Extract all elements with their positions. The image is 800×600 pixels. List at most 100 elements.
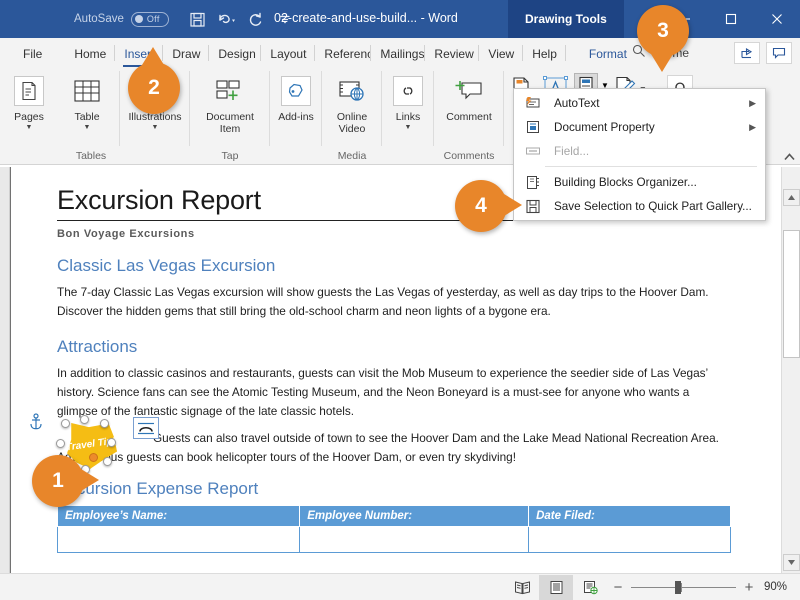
scrollbar-thumb[interactable] — [783, 230, 800, 358]
scroll-up-arrow[interactable] — [783, 189, 800, 206]
pages-button[interactable]: Pages ▼ — [6, 71, 52, 132]
menu-separator — [545, 166, 757, 167]
building-blocks-organizer-icon — [522, 175, 544, 190]
online-video-button[interactable]: Online Video — [324, 71, 380, 135]
print-layout-icon[interactable] — [539, 574, 573, 600]
status-bar: − + 90% — [0, 573, 800, 600]
ribbon-group-label: Media — [337, 150, 367, 162]
close-icon[interactable] — [754, 0, 800, 38]
links-label: Links — [395, 111, 421, 123]
ribbon-group-label: Tables — [75, 150, 107, 162]
contextual-tab-drawing-tools: Drawing Tools — [508, 0, 624, 38]
zoom-slider-track[interactable] — [631, 580, 736, 594]
quick-parts-dropdown-menu[interactable]: AutoText ▶ Document Property ▶ Field... … — [513, 88, 766, 221]
chevron-down-icon[interactable]: ▼ — [84, 123, 91, 132]
autotext-icon — [522, 96, 544, 110]
menu-item-save-selection-to-quick-part-gallery[interactable]: Save Selection to Quick Part Gallery... — [514, 194, 765, 218]
maximize-icon[interactable] — [708, 0, 754, 38]
undo-icon[interactable] — [214, 7, 240, 31]
comment-label: Comment — [446, 111, 492, 123]
selection-handle[interactable] — [103, 457, 112, 466]
callout-number: 2 — [148, 76, 160, 99]
page-subtitle: Bon Voyage Excursions — [57, 228, 195, 240]
chevron-down-icon[interactable]: ▼ — [26, 123, 33, 132]
add-ins-button[interactable]: Add-ins — [273, 71, 319, 123]
comment-button[interactable]: Comment — [442, 71, 496, 123]
tab-label: Design — [218, 46, 256, 61]
tab-home[interactable]: Home — [65, 40, 116, 67]
document-page[interactable]: Excursion Report Bon Voyage Excursions C… — [11, 167, 781, 573]
window-title: 02-create-and-use-build... - Word — [274, 11, 458, 25]
tab-references[interactable]: References — [315, 40, 372, 67]
table-row[interactable] — [56, 526, 731, 553]
zoom-control[interactable]: − + — [612, 579, 755, 596]
table-header-cell: Employee Number: — [299, 505, 530, 527]
callout-number: 4 — [475, 194, 487, 217]
tab-label: Layout — [270, 46, 307, 61]
document-area: Excursion Report Bon Voyage Excursions C… — [0, 167, 800, 573]
table-cell[interactable] — [56, 526, 301, 553]
zoom-level-label[interactable]: 90% — [764, 581, 787, 593]
table-button[interactable]: Table ▼ — [64, 71, 110, 132]
selection-handle[interactable] — [56, 439, 65, 448]
tab-format[interactable]: Format — [580, 40, 636, 67]
comments-icon[interactable] — [766, 42, 792, 64]
tab-label: Review — [434, 46, 474, 61]
zoom-slider-tick — [681, 582, 682, 592]
callout-marker-3: 3 — [637, 5, 689, 72]
selection-handle[interactable] — [107, 438, 116, 447]
callout-tail — [142, 47, 164, 65]
document-item-button[interactable]: Document Item — [199, 71, 261, 135]
tab-mailings[interactable]: Mailings — [371, 40, 426, 67]
tab-draw[interactable]: Draw — [163, 40, 210, 67]
chevron-down-icon[interactable]: ▼ — [405, 123, 412, 132]
zoom-slider-thumb[interactable] — [675, 580, 681, 594]
layout-options-icon[interactable] — [133, 417, 159, 439]
heading-excursion-expense-report: Excursion Expense Report — [57, 479, 259, 498]
tab-review[interactable]: Review — [425, 40, 480, 67]
callout-number: 1 — [52, 469, 64, 492]
menu-item-autotext[interactable]: AutoText ▶ — [514, 91, 765, 115]
table-cell[interactable] — [528, 526, 731, 553]
save-icon[interactable] — [185, 7, 211, 31]
chevron-down-icon[interactable]: ▼ — [152, 123, 159, 132]
tab-design[interactable]: Design — [209, 40, 262, 67]
zoom-out-button[interactable]: − — [612, 579, 624, 596]
callout-marker-4: 4 — [455, 180, 522, 232]
tab-view[interactable]: View — [479, 40, 524, 67]
add-ins-icon — [281, 71, 311, 111]
web-layout-icon[interactable] — [573, 575, 607, 600]
callout-tail — [504, 194, 522, 216]
expense-table[interactable]: Employee’s Name: Employee Number: Date F… — [56, 505, 731, 553]
collapse-ribbon-icon[interactable] — [780, 148, 799, 166]
table-cell[interactable] — [299, 526, 530, 553]
selection-handle[interactable] — [100, 419, 109, 428]
table-icon — [73, 71, 101, 111]
tab-label: View — [488, 46, 515, 61]
zoom-in-button[interactable]: + — [743, 579, 755, 596]
vertical-scrollbar[interactable] — [781, 167, 800, 573]
autosave-label: AutoSave — [74, 13, 124, 25]
redo-icon[interactable] — [243, 7, 269, 31]
rotation-handle[interactable] — [89, 453, 98, 462]
table-label: Table — [74, 111, 100, 123]
tab-label: Format — [588, 46, 627, 61]
menu-item-building-blocks-organizer[interactable]: Building Blocks Organizer... — [514, 170, 765, 194]
tab-help[interactable]: Help — [523, 40, 566, 67]
callout-tail — [81, 469, 99, 491]
scroll-down-arrow[interactable] — [783, 554, 800, 571]
pages-label: Pages — [14, 111, 44, 123]
tab-layout[interactable]: Layout — [261, 40, 316, 67]
links-button[interactable]: Links ▼ — [385, 71, 431, 132]
document-item-icon — [215, 71, 245, 111]
pages-icon — [14, 71, 44, 111]
share-icon[interactable] — [734, 42, 760, 64]
tab-file[interactable]: File — [14, 40, 51, 67]
menu-item-document-property[interactable]: Document Property ▶ — [514, 115, 765, 139]
read-mode-icon[interactable] — [505, 575, 539, 600]
links-icon — [393, 71, 423, 111]
autosave-toggle[interactable]: Off — [130, 11, 169, 27]
menu-item-label: Save Selection to Quick Part Gallery... — [554, 199, 752, 213]
selection-handle[interactable] — [61, 419, 70, 428]
selection-handle[interactable] — [80, 415, 89, 424]
